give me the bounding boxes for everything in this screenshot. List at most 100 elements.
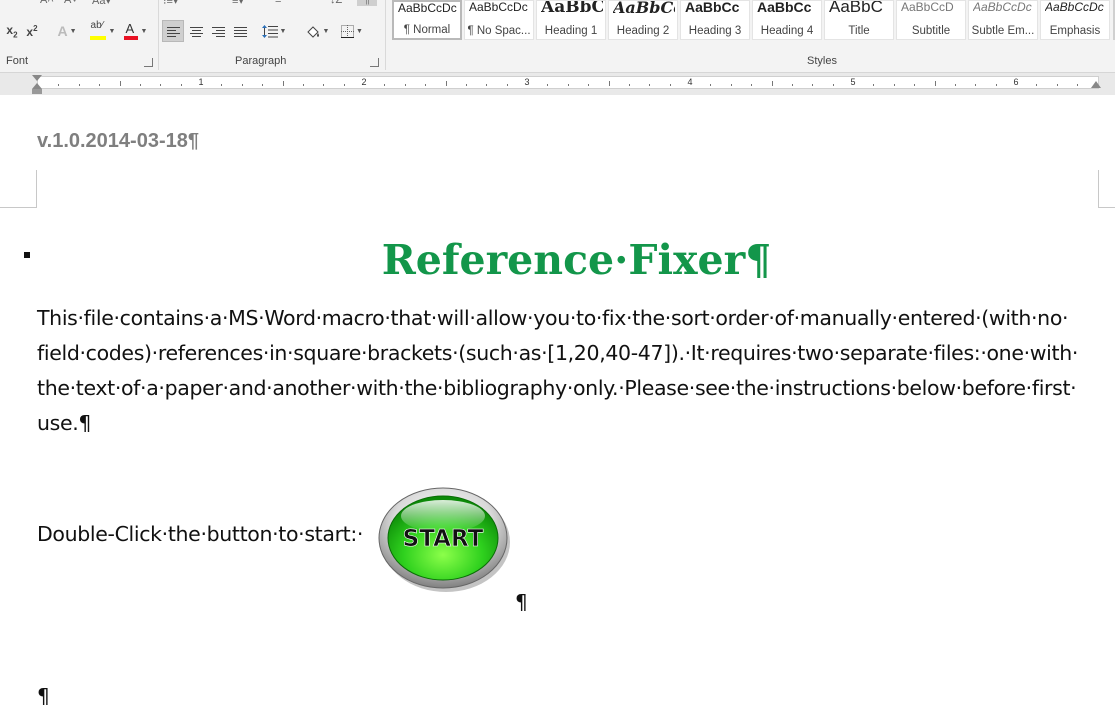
ruler-tick bbox=[1036, 84, 1038, 86]
crop-mark-left-h bbox=[0, 207, 37, 208]
grow-font-icon[interactable]: A˄ bbox=[40, 0, 54, 6]
style-name: Heading 3 bbox=[688, 25, 742, 37]
superscript-icon[interactable]: x2 bbox=[23, 20, 41, 42]
crop-mark-left-v bbox=[36, 170, 37, 207]
style-heading-1[interactable]: AaBbC( Heading 1 bbox=[536, 0, 606, 40]
crop-mark-right-h bbox=[1098, 207, 1115, 208]
ruler-tick bbox=[221, 84, 223, 86]
ruler-tick bbox=[934, 81, 936, 86]
start-button[interactable]: START bbox=[376, 482, 512, 595]
body-line: field·codes)·references·in·square·bracke… bbox=[37, 341, 1079, 365]
ruler-tick bbox=[771, 81, 773, 86]
ruler-tick bbox=[384, 84, 386, 86]
style-subtle-emphasis[interactable]: AaBbCcDc Subtle Em... bbox=[968, 0, 1038, 40]
change-case-icon[interactable]: Aa▾ bbox=[92, 0, 111, 6]
ruler-tick bbox=[730, 84, 732, 86]
style-preview: AaBbCc bbox=[613, 0, 675, 17]
empty-paragraph-mark[interactable]: ¶ bbox=[37, 684, 50, 708]
ruler-tick bbox=[99, 84, 101, 86]
body-paragraph[interactable]: This·file·contains·a·MS·Word·macro·that·… bbox=[37, 301, 1102, 441]
shading-icon[interactable]: ▼ bbox=[302, 20, 332, 42]
body-line: This·file·contains·a·MS·Word·macro·that·… bbox=[37, 306, 1069, 330]
font-group-label: Font bbox=[6, 55, 29, 67]
style-heading-2[interactable]: AaBbCc Heading 2 bbox=[608, 0, 678, 40]
font-color-icon[interactable]: A ▼ bbox=[120, 20, 150, 42]
style-preview: AaBbCcDc bbox=[973, 0, 1032, 14]
align-center-icon[interactable] bbox=[185, 20, 207, 42]
ruler-tick bbox=[262, 84, 264, 86]
ruler-number: 6 bbox=[1013, 77, 1019, 87]
bullets-icon[interactable]: ⁝≡▾ bbox=[163, 0, 178, 6]
ruler-tick bbox=[1077, 84, 1079, 86]
ruler-tick bbox=[282, 81, 284, 86]
style-preview: AaBbC bbox=[829, 0, 883, 16]
ruler-tick bbox=[832, 84, 834, 86]
shrink-font-icon[interactable]: A˅ bbox=[64, 0, 78, 6]
ruler-tick bbox=[608, 81, 610, 86]
align-right-icon[interactable] bbox=[207, 20, 229, 42]
font-dialog-launcher-icon[interactable] bbox=[144, 58, 153, 67]
ruler-tick bbox=[323, 84, 325, 86]
paragraph-dialog-launcher-icon[interactable] bbox=[370, 58, 379, 67]
ribbon: A˄ A˅ Aa▾ ⁝≡▾ ≡▾ ≡ ↓Z ¶ x2 x2 A ▼ ab⁄ ▼ A… bbox=[0, 0, 1115, 73]
text-effects-icon[interactable]: A ▼ bbox=[52, 20, 82, 42]
ruler-tick bbox=[975, 84, 977, 86]
ruler-number: 5 bbox=[850, 77, 856, 87]
paragraph-group-label: Paragraph bbox=[235, 55, 287, 67]
ruler-tick bbox=[486, 84, 488, 86]
ruler-tick bbox=[547, 84, 549, 86]
sort-icon[interactable]: ↓Z bbox=[330, 0, 342, 6]
ruler-tick bbox=[893, 84, 895, 86]
ruler-tick bbox=[812, 84, 814, 86]
document-header-text[interactable]: v.1.0.2014-03-18¶ bbox=[37, 130, 199, 153]
ruler-tick bbox=[588, 84, 590, 86]
style-preview: AaBbCcDc bbox=[469, 0, 528, 14]
ruler-tick bbox=[914, 84, 916, 86]
body-line: the·text·of·a·paper·and·another·with·the… bbox=[37, 376, 1077, 400]
subscript-icon[interactable]: x2 bbox=[3, 20, 21, 42]
show-hide-icon[interactable]: ¶ bbox=[357, 0, 377, 6]
style-subtitle[interactable]: AaBbCcD Subtitle bbox=[896, 0, 966, 40]
style-emphasis[interactable]: AaBbCcDc Emphasis bbox=[1040, 0, 1110, 40]
ruler-tick bbox=[649, 84, 651, 86]
style-name: Emphasis bbox=[1049, 25, 1101, 37]
ruler-tick bbox=[1056, 84, 1058, 86]
ruler-tick bbox=[628, 84, 630, 86]
ruler-tick bbox=[180, 84, 182, 86]
ruler-tick bbox=[241, 84, 243, 86]
style-no-spacing[interactable]: AaBbCcDc ¶ No Spac... bbox=[464, 0, 534, 40]
ruler-tick bbox=[751, 84, 753, 86]
ruler-tick bbox=[119, 81, 121, 86]
styles-group-label: Styles bbox=[807, 55, 837, 67]
first-line-indent-marker[interactable] bbox=[32, 75, 42, 81]
style-title[interactable]: AaBbC Title bbox=[824, 0, 894, 40]
ruler-number: 3 bbox=[524, 77, 530, 87]
style-name: Heading 4 bbox=[760, 25, 814, 37]
line-spacing-icon[interactable]: ▼ bbox=[258, 20, 290, 42]
document-title[interactable]: Reference·Fixer¶ bbox=[0, 236, 1115, 284]
ruler-number: 2 bbox=[361, 77, 367, 87]
right-indent-marker[interactable] bbox=[1091, 81, 1101, 88]
highlight-icon[interactable]: ab⁄ ▼ bbox=[86, 20, 118, 42]
style-heading-4[interactable]: AaBbCc Heading 4 bbox=[752, 0, 822, 40]
style-heading-3[interactable]: AaBbCc Heading 3 bbox=[680, 0, 750, 40]
ruler-number: 4 bbox=[687, 77, 693, 87]
ruler-tick bbox=[954, 84, 956, 86]
decrease-indent-icon[interactable]: ≡ bbox=[275, 0, 281, 6]
ruler-tick bbox=[669, 84, 671, 86]
paragraph-mark: ¶ bbox=[515, 590, 528, 614]
style-normal[interactable]: AaBbCcDc ¶ Normal bbox=[392, 0, 462, 40]
multilevel-list-icon[interactable]: ≡▾ bbox=[232, 0, 244, 6]
ruler-tick bbox=[78, 84, 80, 86]
body-line: use.¶ bbox=[37, 411, 92, 435]
left-indent-marker[interactable] bbox=[32, 89, 42, 94]
borders-icon[interactable]: ▼ bbox=[336, 20, 368, 42]
horizontal-ruler[interactable]: 1 2 3 4 5 6 bbox=[37, 76, 1099, 89]
style-name: Heading 2 bbox=[616, 25, 670, 37]
style-preview: AaBbCc bbox=[757, 0, 812, 15]
align-left-icon[interactable] bbox=[162, 20, 184, 42]
ruler-tick bbox=[465, 84, 467, 86]
style-preview: AaBbCcDc bbox=[398, 1, 457, 15]
start-button-label: START bbox=[403, 526, 484, 552]
justify-icon[interactable] bbox=[229, 20, 251, 42]
